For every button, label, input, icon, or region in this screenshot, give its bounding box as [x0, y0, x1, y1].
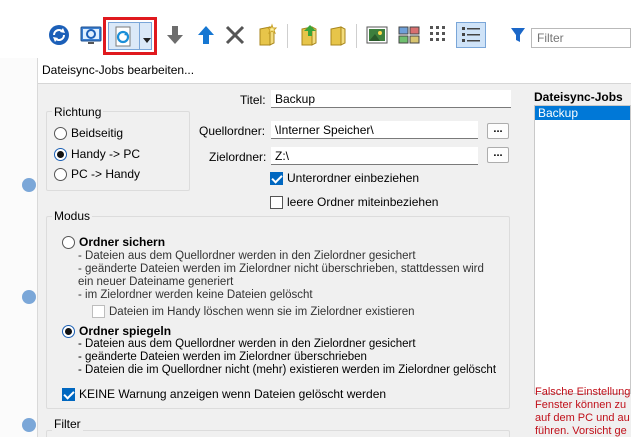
toolbar: [0, 0, 631, 58]
mirror-description-line: - Dateien aus dem Quellordner werden in …: [78, 338, 416, 350]
warning-text-line: auf dem PC und au: [535, 412, 630, 424]
radio-pc-to-phone[interactable]: PC -> Handy: [54, 167, 140, 181]
delete-on-phone-checkbox[interactable]: Dateien im Handy löschen wenn sie im Zie…: [92, 305, 415, 318]
large-thumbnails-icon[interactable]: [364, 22, 390, 48]
chevron-down-icon[interactable]: [143, 33, 151, 47]
warning-text-line: Fenster können zu: [535, 399, 627, 411]
filter-field[interactable]: [531, 28, 631, 48]
backup-description-line: ein neuer Dateiname generiert: [78, 276, 234, 288]
browse-source-button[interactable]: ...: [487, 123, 509, 139]
delete-icon[interactable]: [222, 22, 248, 48]
mirror-description-line: - Dateien die im Quellordner nicht (mehr…: [78, 364, 497, 376]
no-warning-checkbox[interactable]: KEINE Warnung anzeigen wenn Dateien gelö…: [62, 387, 386, 401]
folder-icon[interactable]: [325, 22, 351, 48]
include-subfolders-checkbox[interactable]: Unterordner einbeziehen: [270, 171, 419, 185]
details-view-icon[interactable]: [456, 22, 486, 48]
target-folder-label: Zielordner:: [209, 150, 267, 164]
sync-computer-icon[interactable]: [78, 22, 104, 48]
source-folder-label: Quellordner:: [199, 124, 266, 138]
strip-icon: [22, 418, 36, 432]
backup-description-line: - geänderte Dateien werden im Zielordner…: [78, 263, 484, 275]
title-label: Titel:: [240, 93, 266, 107]
dialog-title: Dateisync-Jobs bearbeiten...: [38, 58, 631, 84]
move-up-icon[interactable]: [193, 22, 219, 48]
source-folder-input[interactable]: [271, 121, 478, 139]
backup-description-line: - im Zielordner werden keine Dateien gel…: [78, 289, 313, 301]
refresh-icon[interactable]: [46, 22, 72, 48]
radio-phone-to-pc[interactable]: Handy -> PC: [54, 147, 140, 161]
folder-up-icon[interactable]: [296, 22, 322, 48]
filter-icon[interactable]: [505, 22, 531, 48]
warning-text-line: Falsche Einstellung: [535, 386, 631, 398]
strip-icon: [22, 178, 36, 192]
radio-bidirectional[interactable]: Beidseitig: [54, 126, 123, 140]
thumbnails-icon[interactable]: [396, 22, 422, 48]
jobs-list-label: Dateisync-Jobs: [534, 90, 623, 104]
new-folder-icon[interactable]: [254, 22, 280, 48]
move-down-icon[interactable]: [162, 22, 188, 48]
include-empty-folders-checkbox[interactable]: leere Ordner miteinbeziehen: [270, 195, 438, 209]
background-window-strip: [0, 0, 38, 437]
filter-group: [46, 430, 510, 437]
warning-text-line: führen. Vorsicht ge: [535, 425, 627, 437]
sync-jobs-dialog: Dateisync-Jobs bearbeiten... Richtung Be…: [38, 58, 631, 437]
strip-icon: [22, 290, 36, 304]
list-view-icon[interactable]: [426, 22, 452, 48]
list-item[interactable]: Backup: [535, 106, 630, 120]
jobs-list[interactable]: Backup: [534, 105, 631, 394]
filter-group-label: Filter: [52, 417, 83, 431]
backup-description-line: - Dateien aus dem Quellordner werden in …: [78, 250, 416, 262]
target-folder-input[interactable]: [271, 147, 478, 165]
mode-group-label: Modus: [52, 209, 93, 223]
browse-target-button[interactable]: ...: [487, 147, 509, 163]
mirror-description-line: - geänderte Dateien werden im Zielordner…: [78, 351, 367, 363]
radio-mirror-folder[interactable]: Ordner spiegeln: [62, 324, 171, 338]
direction-group-label: Richtung: [52, 105, 104, 119]
file-sync-icon: [113, 26, 135, 51]
title-input[interactable]: [271, 90, 511, 108]
radio-backup-folder[interactable]: Ordner sichern: [62, 235, 165, 249]
filter-input[interactable]: [532, 29, 628, 47]
file-sync-dropdown-button[interactable]: [108, 22, 152, 50]
